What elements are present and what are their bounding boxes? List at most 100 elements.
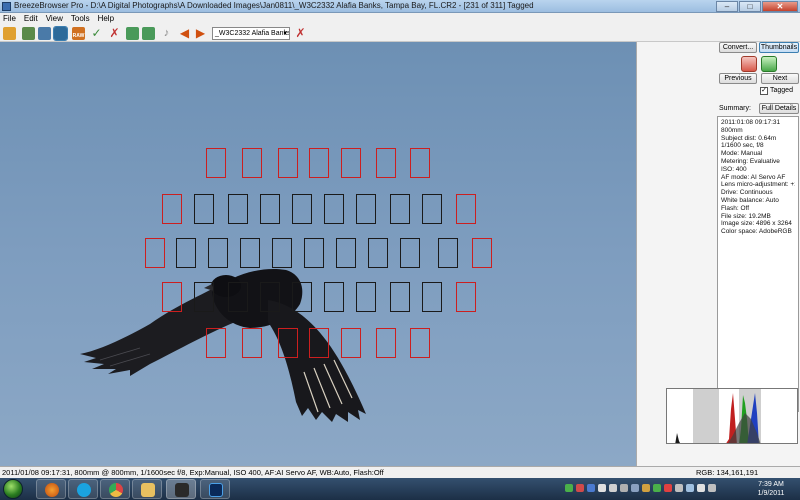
tray-icon[interactable] (686, 484, 694, 492)
tray-icon[interactable] (675, 484, 683, 492)
exif-line: Lens micro-adjustment: +1 (721, 181, 795, 189)
tray-icon[interactable] (565, 484, 573, 492)
tray-icon[interactable] (587, 484, 595, 492)
tray-icon[interactable] (697, 484, 705, 492)
af-point (292, 282, 312, 312)
af-point (206, 328, 226, 358)
raw-icon[interactable]: RAW (72, 27, 85, 40)
taskbar-chrome[interactable] (100, 479, 130, 499)
clock[interactable]: 7:39 AM 1/9/2011 (748, 480, 794, 498)
thumbnails-button[interactable]: Thumbnails (759, 42, 799, 53)
af-point (400, 238, 420, 268)
image-viewer[interactable] (0, 42, 636, 466)
system-tray (565, 484, 716, 492)
start-button[interactable] (3, 479, 23, 499)
open-folder-icon[interactable] (3, 27, 16, 40)
af-point (341, 148, 361, 178)
rgb-readout: RGB: 134,161,191 (696, 468, 759, 477)
grid-view-icon[interactable] (22, 27, 35, 40)
histogram-graph (675, 389, 761, 443)
menu-help[interactable]: Help (98, 13, 114, 25)
af-point (356, 194, 376, 224)
af-point (422, 282, 442, 312)
convert-button[interactable]: Convert... (719, 42, 757, 53)
full-details-button[interactable]: Full Details (759, 103, 799, 114)
menu-view[interactable]: View (46, 13, 63, 25)
filmstrip-view-icon[interactable] (38, 27, 51, 40)
af-point (309, 328, 329, 358)
minimize-button[interactable]: – (716, 1, 738, 12)
tray-icon[interactable] (576, 484, 584, 492)
exif-line: Image size: 4896 x 3264 (721, 220, 792, 228)
exif-line: White balance: Auto (721, 196, 779, 204)
taskbar-explorer[interactable] (132, 479, 162, 499)
af-point (304, 238, 324, 268)
histogram (666, 388, 798, 444)
af-point (309, 148, 329, 178)
menu-edit[interactable]: Edit (24, 13, 38, 25)
af-point (260, 282, 280, 312)
af-point (194, 282, 214, 312)
af-point (208, 238, 228, 268)
af-point (341, 328, 361, 358)
forward-arrow-icon[interactable]: ▶ (194, 27, 207, 40)
af-point (336, 238, 356, 268)
rotate-right-icon[interactable] (142, 27, 155, 40)
af-point (292, 194, 312, 224)
tray-icon[interactable] (664, 484, 672, 492)
af-point (242, 148, 262, 178)
taskbar-firefox[interactable] (36, 479, 66, 499)
tray-icon[interactable] (631, 484, 639, 492)
tagged-label: Tagged (770, 87, 793, 94)
camera-icon (175, 483, 189, 497)
af-point (240, 238, 260, 268)
tray-icon[interactable] (642, 484, 650, 492)
tray-icon[interactable] (598, 484, 606, 492)
exif-line: ISO: 400 (721, 165, 747, 173)
menu-tools[interactable]: Tools (71, 13, 90, 25)
tray-icon[interactable] (708, 484, 716, 492)
accept-icon[interactable] (761, 56, 777, 72)
tray-icon[interactable] (653, 484, 661, 492)
exif-line: AF mode: AI Servo AF (721, 173, 786, 181)
single-view-icon[interactable] (53, 26, 68, 41)
menu-bar: File Edit View Tools Help (0, 13, 800, 25)
audio-icon[interactable]: ♪ (160, 27, 173, 40)
file-select-dropdown[interactable]: _W3C2332 Alafia Banks (212, 27, 290, 40)
close-button[interactable]: ✕ (762, 1, 798, 12)
chrome-icon (109, 483, 123, 497)
next-button[interactable]: Next (761, 73, 799, 84)
rotate-left-icon[interactable] (126, 27, 139, 40)
info-panel: Convert... Thumbnails Previous Next ✓ Ta… (636, 42, 800, 466)
maximize-button[interactable]: □ (739, 1, 761, 12)
af-point (145, 238, 165, 268)
exif-line: 1/1600 sec, f/8 (721, 142, 764, 150)
af-point (422, 194, 442, 224)
network-icon[interactable] (620, 484, 628, 492)
taskbar-skype[interactable] (68, 479, 98, 499)
af-point (194, 194, 214, 224)
tagged-checkbox[interactable]: ✓ (760, 87, 768, 95)
af-point (390, 282, 410, 312)
reject-icon[interactable] (741, 56, 757, 72)
taskbar-photoshop[interactable] (200, 479, 230, 499)
delete-icon[interactable]: ✗ (294, 27, 307, 40)
window-title: BreezeBrowser Pro - D:\A Digital Photogr… (14, 1, 534, 10)
af-point (324, 194, 344, 224)
tag-check-icon[interactable]: ✓ (90, 27, 103, 40)
previous-button[interactable]: Previous (719, 73, 757, 84)
clock-date: 1/9/2011 (757, 490, 785, 497)
speaker-icon[interactable] (609, 484, 617, 492)
af-point (260, 194, 280, 224)
exif-line: Drive: Continuous (721, 189, 773, 197)
af-point (472, 238, 492, 268)
af-point (162, 194, 182, 224)
af-point (272, 238, 292, 268)
taskbar-breezebrowser[interactable] (166, 479, 196, 499)
af-point (356, 282, 376, 312)
af-point (228, 194, 248, 224)
untag-icon[interactable]: ✗ (108, 27, 121, 40)
exif-line: File size: 19.2MB (721, 212, 771, 220)
back-arrow-icon[interactable]: ◀ (178, 27, 191, 40)
menu-file[interactable]: File (3, 13, 16, 25)
